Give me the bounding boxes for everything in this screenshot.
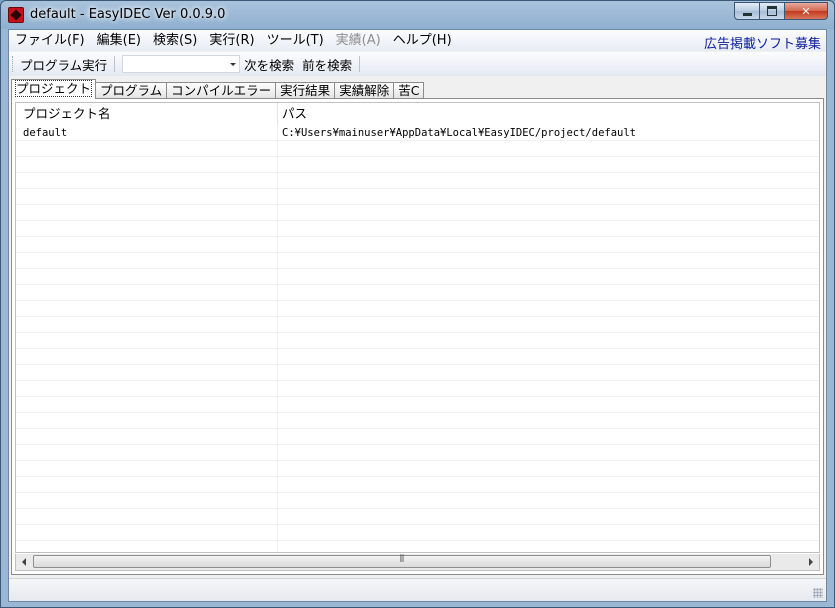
column-header-project-name[interactable]: プロジェクト名 [16,103,278,125]
close-button[interactable]: ✕ [785,2,828,20]
tab-label: 実績解除 [339,83,390,98]
caption-buttons: ✕ [734,2,828,21]
table-row[interactable]: default C:¥Users¥mainuser¥AppData¥Local¥… [16,125,819,141]
app-icon[interactable] [8,7,24,23]
ad-link[interactable]: 広告掲載ソフト募集 [704,33,821,52]
arrow-left-icon [22,558,26,566]
toolbar-separator [359,56,361,72]
scroll-left-button[interactable] [16,554,32,570]
tab-label: 苦C [398,83,420,98]
tab-label: コンパイルエラー [171,83,272,98]
maximize-icon [767,6,777,16]
close-icon: ✕ [801,4,811,18]
window-title: default - EasyIDEC Ver 0.0.9.0 [30,7,226,22]
client-area: ファイル(F) 編集(E) 検索(S) 実行(R) ツール(T) 実績(A) ヘ… [8,29,827,602]
menu-edit[interactable]: 編集(E) [91,31,147,51]
list-header: プロジェクト名 パス [16,103,819,126]
tab-label: プログラム [100,83,163,98]
app-window: default - EasyIDEC Ver 0.0.9.0 ✕ ファイル(F)… [0,0,835,608]
tab-compile-errors[interactable]: コンパイルエラー [166,82,277,99]
horizontal-scrollbar[interactable] [15,554,820,571]
tab-label: 実行結果 [280,83,331,98]
find-prev-button[interactable]: 前を検索 [298,55,356,74]
tab-program[interactable]: プログラム [95,82,168,99]
scrollbar-thumb[interactable] [33,555,771,568]
title-bar[interactable]: default - EasyIDEC Ver 0.0.9.0 ✕ [1,1,834,29]
tab-strip: プロジェクト プログラム コンパイルエラー 実行結果 実績解除 苦C [11,79,425,99]
tab-project[interactable]: プロジェクト [11,79,97,99]
tab-label: プロジェクト [14,80,93,97]
minimize-icon [742,12,752,16]
menu-run[interactable]: 実行(R) [203,31,260,51]
run-program-button[interactable]: プログラム実行 [16,55,111,74]
menu-achievements: 実績(A) [335,32,381,48]
toolbar: プログラム実行 次を検索 前を検索 [9,52,826,76]
tab-run-results[interactable]: 実行結果 [275,82,336,99]
project-path-cell: C:¥Users¥mainuser¥AppData¥Local¥EasyIDEC… [282,127,637,139]
find-next-button[interactable]: 次を検索 [240,55,298,74]
chevron-down-icon[interactable] [230,63,237,66]
tab-kuc[interactable]: 苦C [393,82,425,99]
list-rows: default C:¥Users¥mainuser¥AppData¥Local¥… [16,125,819,552]
tab-panel-project: プロジェクト名 パス default C:¥Users¥mainuser¥App… [11,98,824,575]
resize-grip-icon[interactable] [813,588,823,598]
search-combo[interactable] [122,55,241,73]
menu-search[interactable]: 検索(S) [147,31,203,51]
minimize-button[interactable] [734,2,760,20]
tab-achievements[interactable]: 実績解除 [334,82,395,99]
menu-help[interactable]: ヘルプ(H) [387,31,458,51]
menu-bar: ファイル(F) 編集(E) 検索(S) 実行(R) ツール(T) 実績(A) ヘ… [9,30,826,52]
project-name-cell: default [23,127,68,139]
maximize-button[interactable] [760,2,785,20]
menu-file[interactable]: ファイル(F) [9,31,91,51]
arrow-right-icon [809,558,813,566]
status-bar [9,578,826,601]
project-list[interactable]: プロジェクト名 パス default C:¥Users¥mainuser¥App… [15,102,820,553]
column-header-path[interactable]: パス [278,103,819,125]
scroll-right-button[interactable] [803,554,819,570]
toolbar-separator [114,56,116,72]
menu-tools[interactable]: ツール(T) [261,31,330,51]
